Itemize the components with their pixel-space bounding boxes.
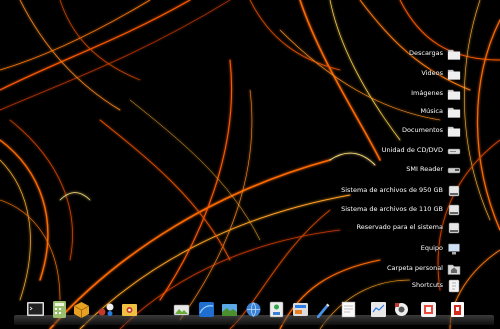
hard-drive-icon <box>447 202 461 216</box>
photo-manager-icon <box>172 300 191 319</box>
desktop-icon-label: Imágenes <box>411 89 443 97</box>
desktop-icon-folder-3[interactable]: Música <box>421 102 461 120</box>
calculator-icon <box>50 300 69 319</box>
desktop-icon-label: Videos <box>421 69 443 77</box>
file-manager-icon <box>267 300 286 319</box>
trash-icon <box>448 300 467 319</box>
dock-item-office[interactable] <box>419 300 438 319</box>
desktop-icon-hard-drive-9[interactable]: Reservado para el sistema <box>357 218 461 236</box>
dock-item-file-manager[interactable] <box>267 300 286 319</box>
card-reader-icon <box>447 162 461 176</box>
dock-item-trash[interactable] <box>448 300 467 319</box>
dock-item-terminal[interactable] <box>26 300 45 319</box>
desktop-icon-folder-2[interactable]: Imágenes <box>411 84 461 102</box>
desktop-icon-label: Documentos <box>401 126 443 134</box>
desktop-icon-folder-4[interactable]: Documentos <box>402 121 461 139</box>
media-player-icon <box>197 300 216 319</box>
office-icon <box>419 300 438 319</box>
image-viewer-icon <box>120 300 139 319</box>
text-editor-icon <box>313 300 332 319</box>
optical-drive-icon <box>447 143 461 157</box>
dock-item-settings[interactable] <box>392 300 411 319</box>
folder-icon <box>447 46 461 60</box>
folder-icon <box>447 104 461 118</box>
home-folder-icon <box>447 261 461 275</box>
settings-icon <box>392 300 411 319</box>
desktop-icon-label: SMI Reader <box>406 165 443 173</box>
desktop-icon-label: Sistema de archivos de 950 GB <box>341 186 443 194</box>
desktop-icon-card-reader-6[interactable]: SMI Reader <box>406 160 461 178</box>
desktop-icon-label: Carpeta personal <box>387 264 443 272</box>
desktop-icon-label: Unidad de CD/DVD <box>381 146 443 154</box>
desktop-icon-home-folder-11[interactable]: Carpeta personal <box>387 259 461 277</box>
dock-item-package-manager[interactable] <box>72 300 91 319</box>
dock-item-text-editor[interactable] <box>313 300 332 319</box>
games-icon <box>97 300 116 319</box>
folder-icon <box>447 86 461 100</box>
hard-drive-icon <box>447 220 461 234</box>
desktop-icon-label: Equipo <box>420 244 443 252</box>
dock-item-notes[interactable] <box>339 300 358 319</box>
dock-item-games[interactable] <box>97 300 116 319</box>
dock-item-system-monitor[interactable] <box>369 300 388 319</box>
network-icon <box>220 300 239 319</box>
desktop-icon-label: Reservado para el sistema <box>356 223 443 231</box>
computer-icon <box>447 241 461 255</box>
desktop-icon-label: Shortcuts <box>411 281 443 289</box>
desktop-icon-computer-10[interactable]: Equipo <box>421 239 461 257</box>
desktop-icon-label: Descargas <box>408 49 443 57</box>
system-monitor-icon <box>369 300 388 319</box>
dock-item-calculator[interactable] <box>50 300 69 319</box>
desktop-icon-label: Sistema de archivos de 110 GB <box>341 205 443 213</box>
desktop-icon-optical-drive-5[interactable]: Unidad de CD/DVD <box>382 141 461 159</box>
notes-icon <box>339 300 358 319</box>
dock-item-network[interactable] <box>220 300 239 319</box>
dock <box>14 291 494 327</box>
dock-item-photo-manager[interactable] <box>172 300 191 319</box>
dock-item-image-viewer[interactable] <box>120 300 139 319</box>
folder-icon <box>447 66 461 80</box>
dock-item-messenger[interactable] <box>291 300 310 319</box>
desktop-icon-hard-drive-8[interactable]: Sistema de archivos de 110 GB <box>341 200 461 218</box>
desktop-icon-hard-drive-7[interactable]: Sistema de archivos de 950 GB <box>341 181 461 199</box>
package-manager-icon <box>72 300 91 319</box>
folder-icon <box>447 123 461 137</box>
messenger-icon <box>291 300 310 319</box>
dock-item-media-player[interactable] <box>197 300 216 319</box>
desktop-icon-folder-1[interactable]: Videos <box>421 64 461 82</box>
browser-icon <box>244 300 263 319</box>
desktop-icon-folder-0[interactable]: Descargas <box>409 44 461 62</box>
dock-item-browser[interactable] <box>244 300 263 319</box>
desktop-icon-label: Música <box>420 107 443 115</box>
terminal-icon <box>26 300 45 319</box>
hard-drive-icon <box>447 183 461 197</box>
shortcuts-icon <box>447 278 461 293</box>
